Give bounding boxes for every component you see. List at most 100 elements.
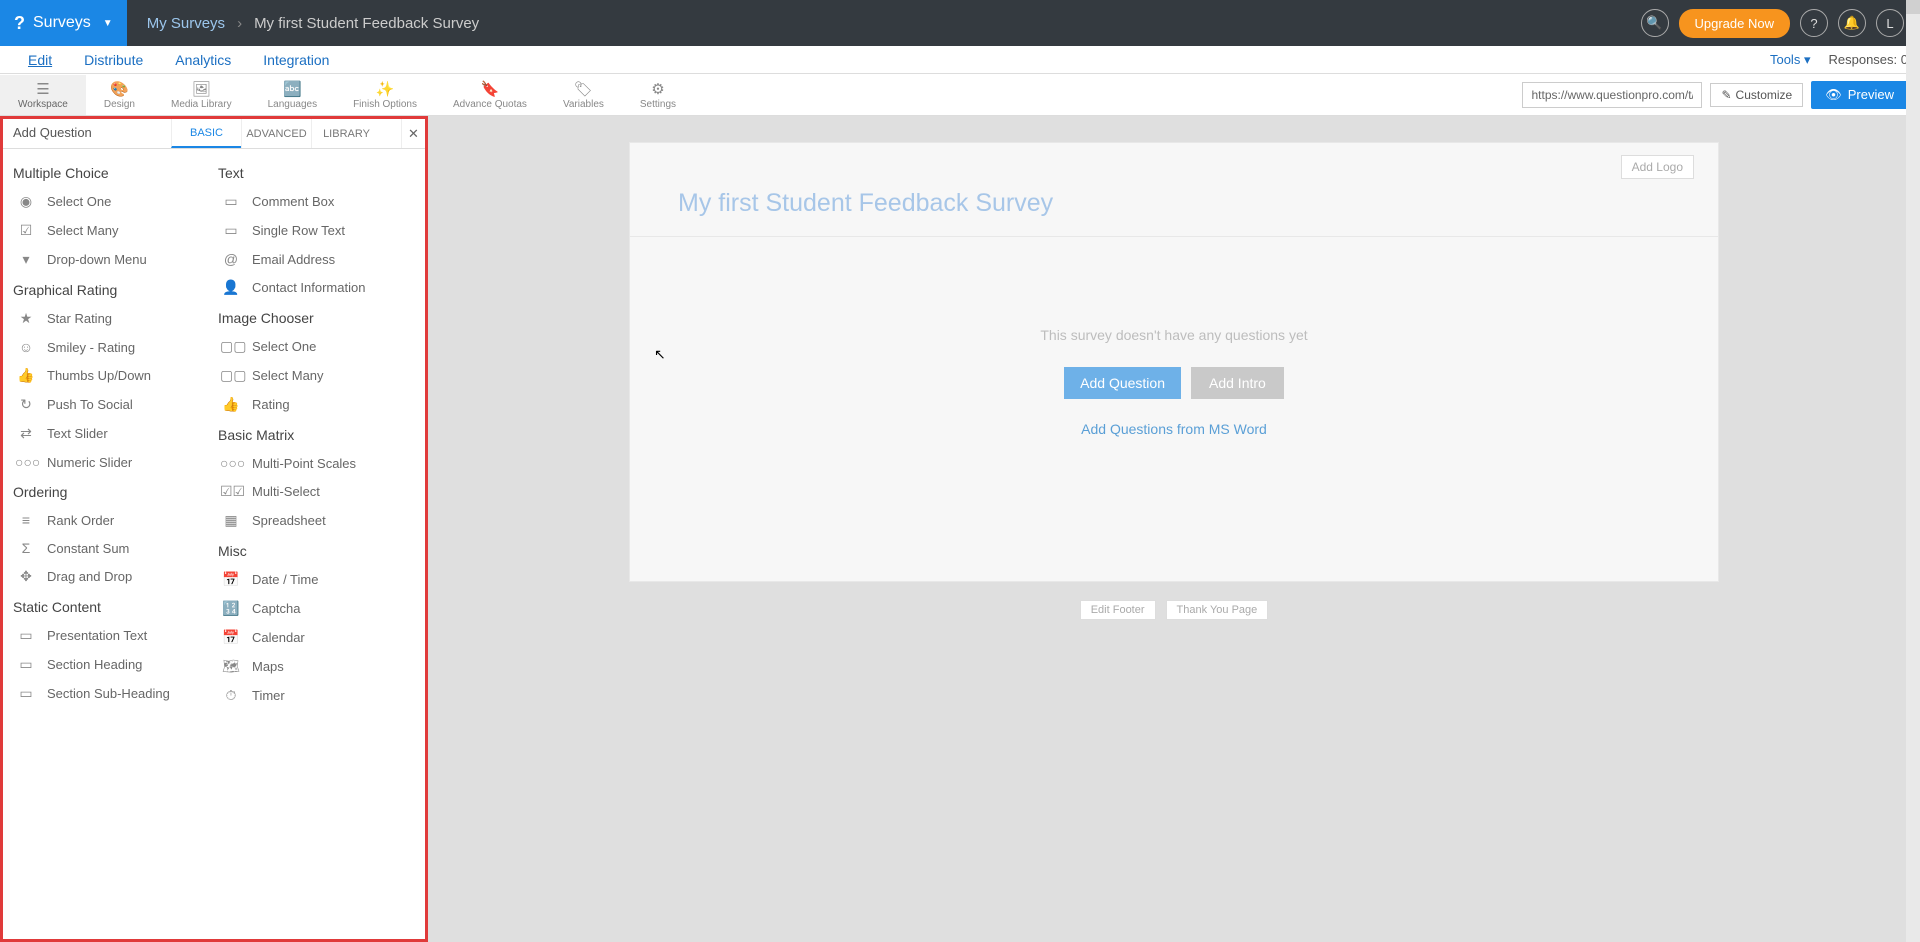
tools-dropdown[interactable]: Tools ▾ bbox=[1770, 52, 1811, 68]
question-type-presentation-text[interactable]: ▭Presentation Text bbox=[13, 621, 218, 650]
question-type-thumbs-up-down[interactable]: 👍Thumbs Up/Down bbox=[13, 361, 218, 390]
question-type-multi-select[interactable]: ☑☑Multi-Select bbox=[218, 477, 423, 506]
question-group-heading: Multiple Choice bbox=[13, 165, 218, 181]
toolbar-item-languages[interactable]: 🔤Languages bbox=[250, 75, 336, 115]
question-type-label: Spreadsheet bbox=[252, 513, 326, 528]
user-avatar[interactable]: L bbox=[1876, 9, 1904, 37]
toolbar: ☰Workspace🎨Design🖼Media Library🔤Language… bbox=[0, 74, 1920, 116]
question-type-drop-down-menu[interactable]: ▾Drop-down Menu bbox=[13, 245, 218, 274]
breadcrumb-root[interactable]: My Surveys bbox=[147, 15, 225, 32]
question-type-label: Comment Box bbox=[252, 194, 334, 209]
preview-button[interactable]: 👁Preview bbox=[1811, 81, 1908, 109]
panel-tab-library[interactable]: LIBRARY bbox=[311, 119, 381, 148]
question-type-label: Contact Information bbox=[252, 280, 365, 295]
question-type-icon: ▢▢ bbox=[220, 338, 242, 355]
panel-close-button[interactable]: ✕ bbox=[401, 119, 425, 148]
toolbar-item-design[interactable]: 🎨Design bbox=[86, 75, 153, 115]
question-type-select-one[interactable]: ◉Select One bbox=[13, 187, 218, 216]
toolbar-item-media-library[interactable]: 🖼Media Library bbox=[153, 75, 250, 115]
question-group-heading: Misc bbox=[218, 543, 423, 559]
question-type-rank-order[interactable]: ≡Rank Order bbox=[13, 506, 218, 534]
add-logo-button[interactable]: Add Logo bbox=[1621, 155, 1694, 179]
question-type-icon: 👍 bbox=[220, 396, 242, 413]
question-type-smiley-rating[interactable]: ☺Smiley - Rating bbox=[13, 333, 218, 361]
add-intro-button[interactable]: Add Intro bbox=[1191, 367, 1284, 399]
question-group-heading: Image Chooser bbox=[218, 310, 423, 326]
question-group-heading: Basic Matrix bbox=[218, 427, 423, 443]
question-type-single-row-text[interactable]: ▭Single Row Text bbox=[218, 216, 423, 245]
question-type-contact-information[interactable]: 👤Contact Information bbox=[218, 273, 423, 302]
question-type-icon: 🗺 bbox=[220, 658, 242, 675]
question-type-numeric-slider[interactable]: ○○○ Numeric Slider bbox=[13, 448, 218, 476]
question-type-timer[interactable]: ⏱Timer bbox=[218, 681, 423, 710]
question-type-rating[interactable]: 👍Rating bbox=[218, 390, 423, 419]
question-type-select-many[interactable]: ☑Select Many bbox=[13, 216, 218, 245]
question-type-icon: ▾ bbox=[15, 251, 37, 268]
question-type-label: Constant Sum bbox=[47, 541, 129, 556]
panel-tab-advanced[interactable]: ADVANCED bbox=[241, 119, 311, 148]
thank-you-page-button[interactable]: Thank You Page bbox=[1166, 600, 1269, 620]
tab-analytics[interactable]: Analytics bbox=[159, 48, 247, 72]
survey-title[interactable]: My first Student Feedback Survey bbox=[630, 143, 1718, 237]
toolbar-item-workspace[interactable]: ☰Workspace bbox=[0, 75, 86, 115]
notifications-button[interactable]: 🔔 bbox=[1838, 9, 1866, 37]
question-type-select-one[interactable]: ▢▢Select One bbox=[218, 332, 423, 361]
tab-integration[interactable]: Integration bbox=[247, 48, 345, 72]
caret-down-icon: ▼ bbox=[103, 18, 113, 29]
help-button[interactable]: ? bbox=[1800, 9, 1828, 37]
add-question-button[interactable]: Add Question bbox=[1064, 367, 1181, 399]
question-type-section-heading[interactable]: ▭Section Heading bbox=[13, 650, 218, 679]
breadcrumb-current: My first Student Feedback Survey bbox=[254, 15, 479, 32]
upgrade-button[interactable]: Upgrade Now bbox=[1679, 9, 1791, 38]
toolbar-icon: 🔤 bbox=[283, 80, 302, 98]
bell-icon: 🔔 bbox=[1844, 15, 1860, 31]
question-type-label: Section Sub-Heading bbox=[47, 686, 170, 701]
question-type-constant-sum[interactable]: ΣConstant Sum bbox=[13, 534, 218, 562]
question-type-maps[interactable]: 🗺Maps bbox=[218, 652, 423, 681]
question-type-icon: ◉ bbox=[15, 193, 37, 210]
question-type-spreadsheet[interactable]: ▦Spreadsheet bbox=[218, 506, 423, 535]
question-type-date-time[interactable]: 📅Date / Time bbox=[218, 565, 423, 594]
scrollbar[interactable] bbox=[1906, 0, 1920, 942]
question-type-label: Numeric Slider bbox=[47, 455, 132, 470]
surveys-dropdown[interactable]: ? Surveys ▼ bbox=[0, 0, 127, 46]
search-button[interactable]: 🔍 bbox=[1641, 9, 1669, 37]
panel-tab-basic[interactable]: BASIC bbox=[171, 119, 241, 148]
edit-footer-button[interactable]: Edit Footer bbox=[1080, 600, 1156, 620]
question-type-label: Push To Social bbox=[47, 397, 133, 412]
question-type-calendar[interactable]: 📅Calendar bbox=[218, 623, 423, 652]
add-from-word-link[interactable]: Add Questions from MS Word bbox=[630, 421, 1718, 437]
question-type-icon: ↻ bbox=[15, 396, 37, 413]
survey-url-input[interactable] bbox=[1522, 82, 1702, 108]
question-type-multi-point-scales[interactable]: ○○○Multi-Point Scales bbox=[218, 449, 423, 477]
panel-title: Add Question bbox=[3, 119, 171, 148]
toolbar-label: Workspace bbox=[18, 99, 68, 110]
question-type-icon: 📅 bbox=[220, 571, 242, 588]
toolbar-item-variables[interactable]: 🏷Variables bbox=[545, 75, 622, 115]
question-type-text-slider[interactable]: ⇄Text Slider bbox=[13, 419, 218, 448]
question-group-heading: Static Content bbox=[13, 599, 218, 615]
tab-edit[interactable]: Edit bbox=[12, 48, 68, 72]
toolbar-item-advance-quotas[interactable]: 🔖Advance Quotas bbox=[435, 75, 545, 115]
question-type-icon: ★ bbox=[15, 310, 37, 327]
toolbar-item-settings[interactable]: ⚙Settings bbox=[622, 75, 694, 115]
question-type-drag-and-drop[interactable]: ✥Drag and Drop bbox=[13, 562, 218, 591]
question-type-section-sub-heading[interactable]: ▭Section Sub-Heading bbox=[13, 679, 218, 708]
question-type-captcha[interactable]: 🔢Captcha bbox=[218, 594, 423, 623]
question-type-label: Drag and Drop bbox=[47, 569, 132, 584]
question-type-select-many[interactable]: ▢▢Select Many bbox=[218, 361, 423, 390]
question-type-icon: ○○○ bbox=[15, 454, 37, 470]
tab-distribute[interactable]: Distribute bbox=[68, 48, 159, 72]
question-type-star-rating[interactable]: ★Star Rating bbox=[13, 304, 218, 333]
question-type-label: Section Heading bbox=[47, 657, 142, 672]
question-type-push-to-social[interactable]: ↻ Push To Social bbox=[13, 390, 218, 419]
customize-button[interactable]: ✎Customize bbox=[1710, 83, 1803, 107]
question-type-email-address[interactable]: @Email Address bbox=[218, 245, 423, 273]
toolbar-item-finish-options[interactable]: ✨Finish Options bbox=[335, 75, 435, 115]
pencil-icon: ✎ bbox=[1721, 88, 1731, 102]
toolbar-icon: ⚙ bbox=[651, 80, 664, 98]
toolbar-items: ☰Workspace🎨Design🖼Media Library🔤Language… bbox=[0, 75, 694, 115]
survey-canvas: Add Logo My first Student Feedback Surve… bbox=[629, 142, 1719, 582]
question-type-icon: 🔢 bbox=[220, 600, 242, 617]
question-type-comment-box[interactable]: ▭Comment Box bbox=[218, 187, 423, 216]
